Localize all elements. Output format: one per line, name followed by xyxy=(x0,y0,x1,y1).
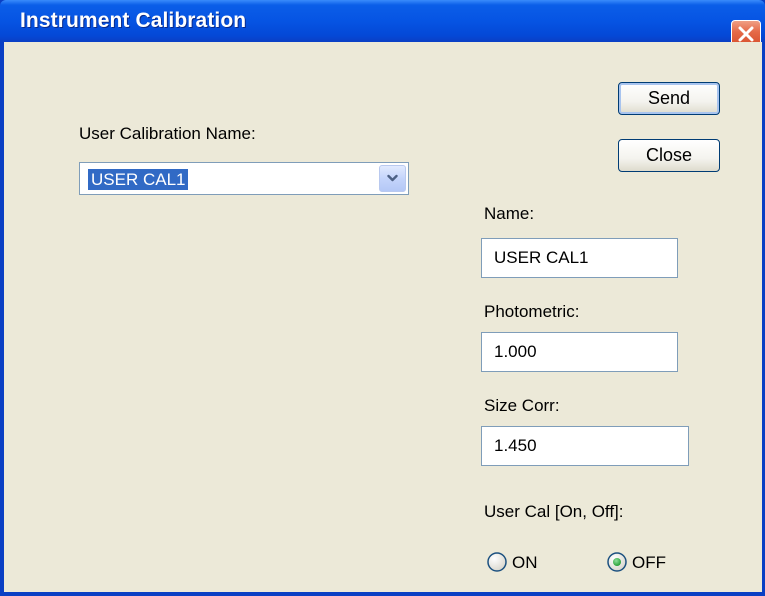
user-cal-off-label[interactable]: OFF xyxy=(632,553,666,573)
window-bottom-border xyxy=(0,592,765,596)
name-field[interactable]: USER CAL1 xyxy=(481,238,678,278)
dropdown-button[interactable] xyxy=(379,165,406,192)
name-label: Name: xyxy=(484,204,535,223)
user-cal-off-radio[interactable] xyxy=(606,551,628,573)
calibration-name-dropdown[interactable]: USER CAL1 xyxy=(79,162,409,195)
radio-unchecked-icon xyxy=(487,552,507,572)
close-button[interactable]: Close xyxy=(618,139,720,172)
chevron-down-icon xyxy=(387,174,398,182)
photometric-field[interactable]: 1.000 xyxy=(481,332,678,372)
user-cal-on-radio[interactable] xyxy=(486,551,508,573)
title-bar[interactable]: Instrument Calibration xyxy=(0,0,765,49)
send-button[interactable]: Send xyxy=(618,82,720,115)
window-title: Instrument Calibration xyxy=(20,9,247,32)
size-corr-field[interactable]: 1.450 xyxy=(481,426,689,466)
dialog-window: Instrument Calibration User Calibration … xyxy=(0,0,765,596)
photometric-label: Photometric: xyxy=(484,302,580,321)
close-icon xyxy=(738,26,754,42)
calibration-name-selected: USER CAL1 xyxy=(88,169,189,190)
calibration-name-label: User Calibration Name: xyxy=(79,124,256,143)
size-corr-label: Size Corr: xyxy=(484,396,560,415)
radio-checked-icon xyxy=(607,552,627,572)
user-cal-label: User Cal [On, Off]: xyxy=(484,502,624,521)
user-cal-on-label[interactable]: ON xyxy=(512,553,538,573)
dialog-body: User Calibration Name: USER CAL1 Send Cl… xyxy=(4,42,762,592)
